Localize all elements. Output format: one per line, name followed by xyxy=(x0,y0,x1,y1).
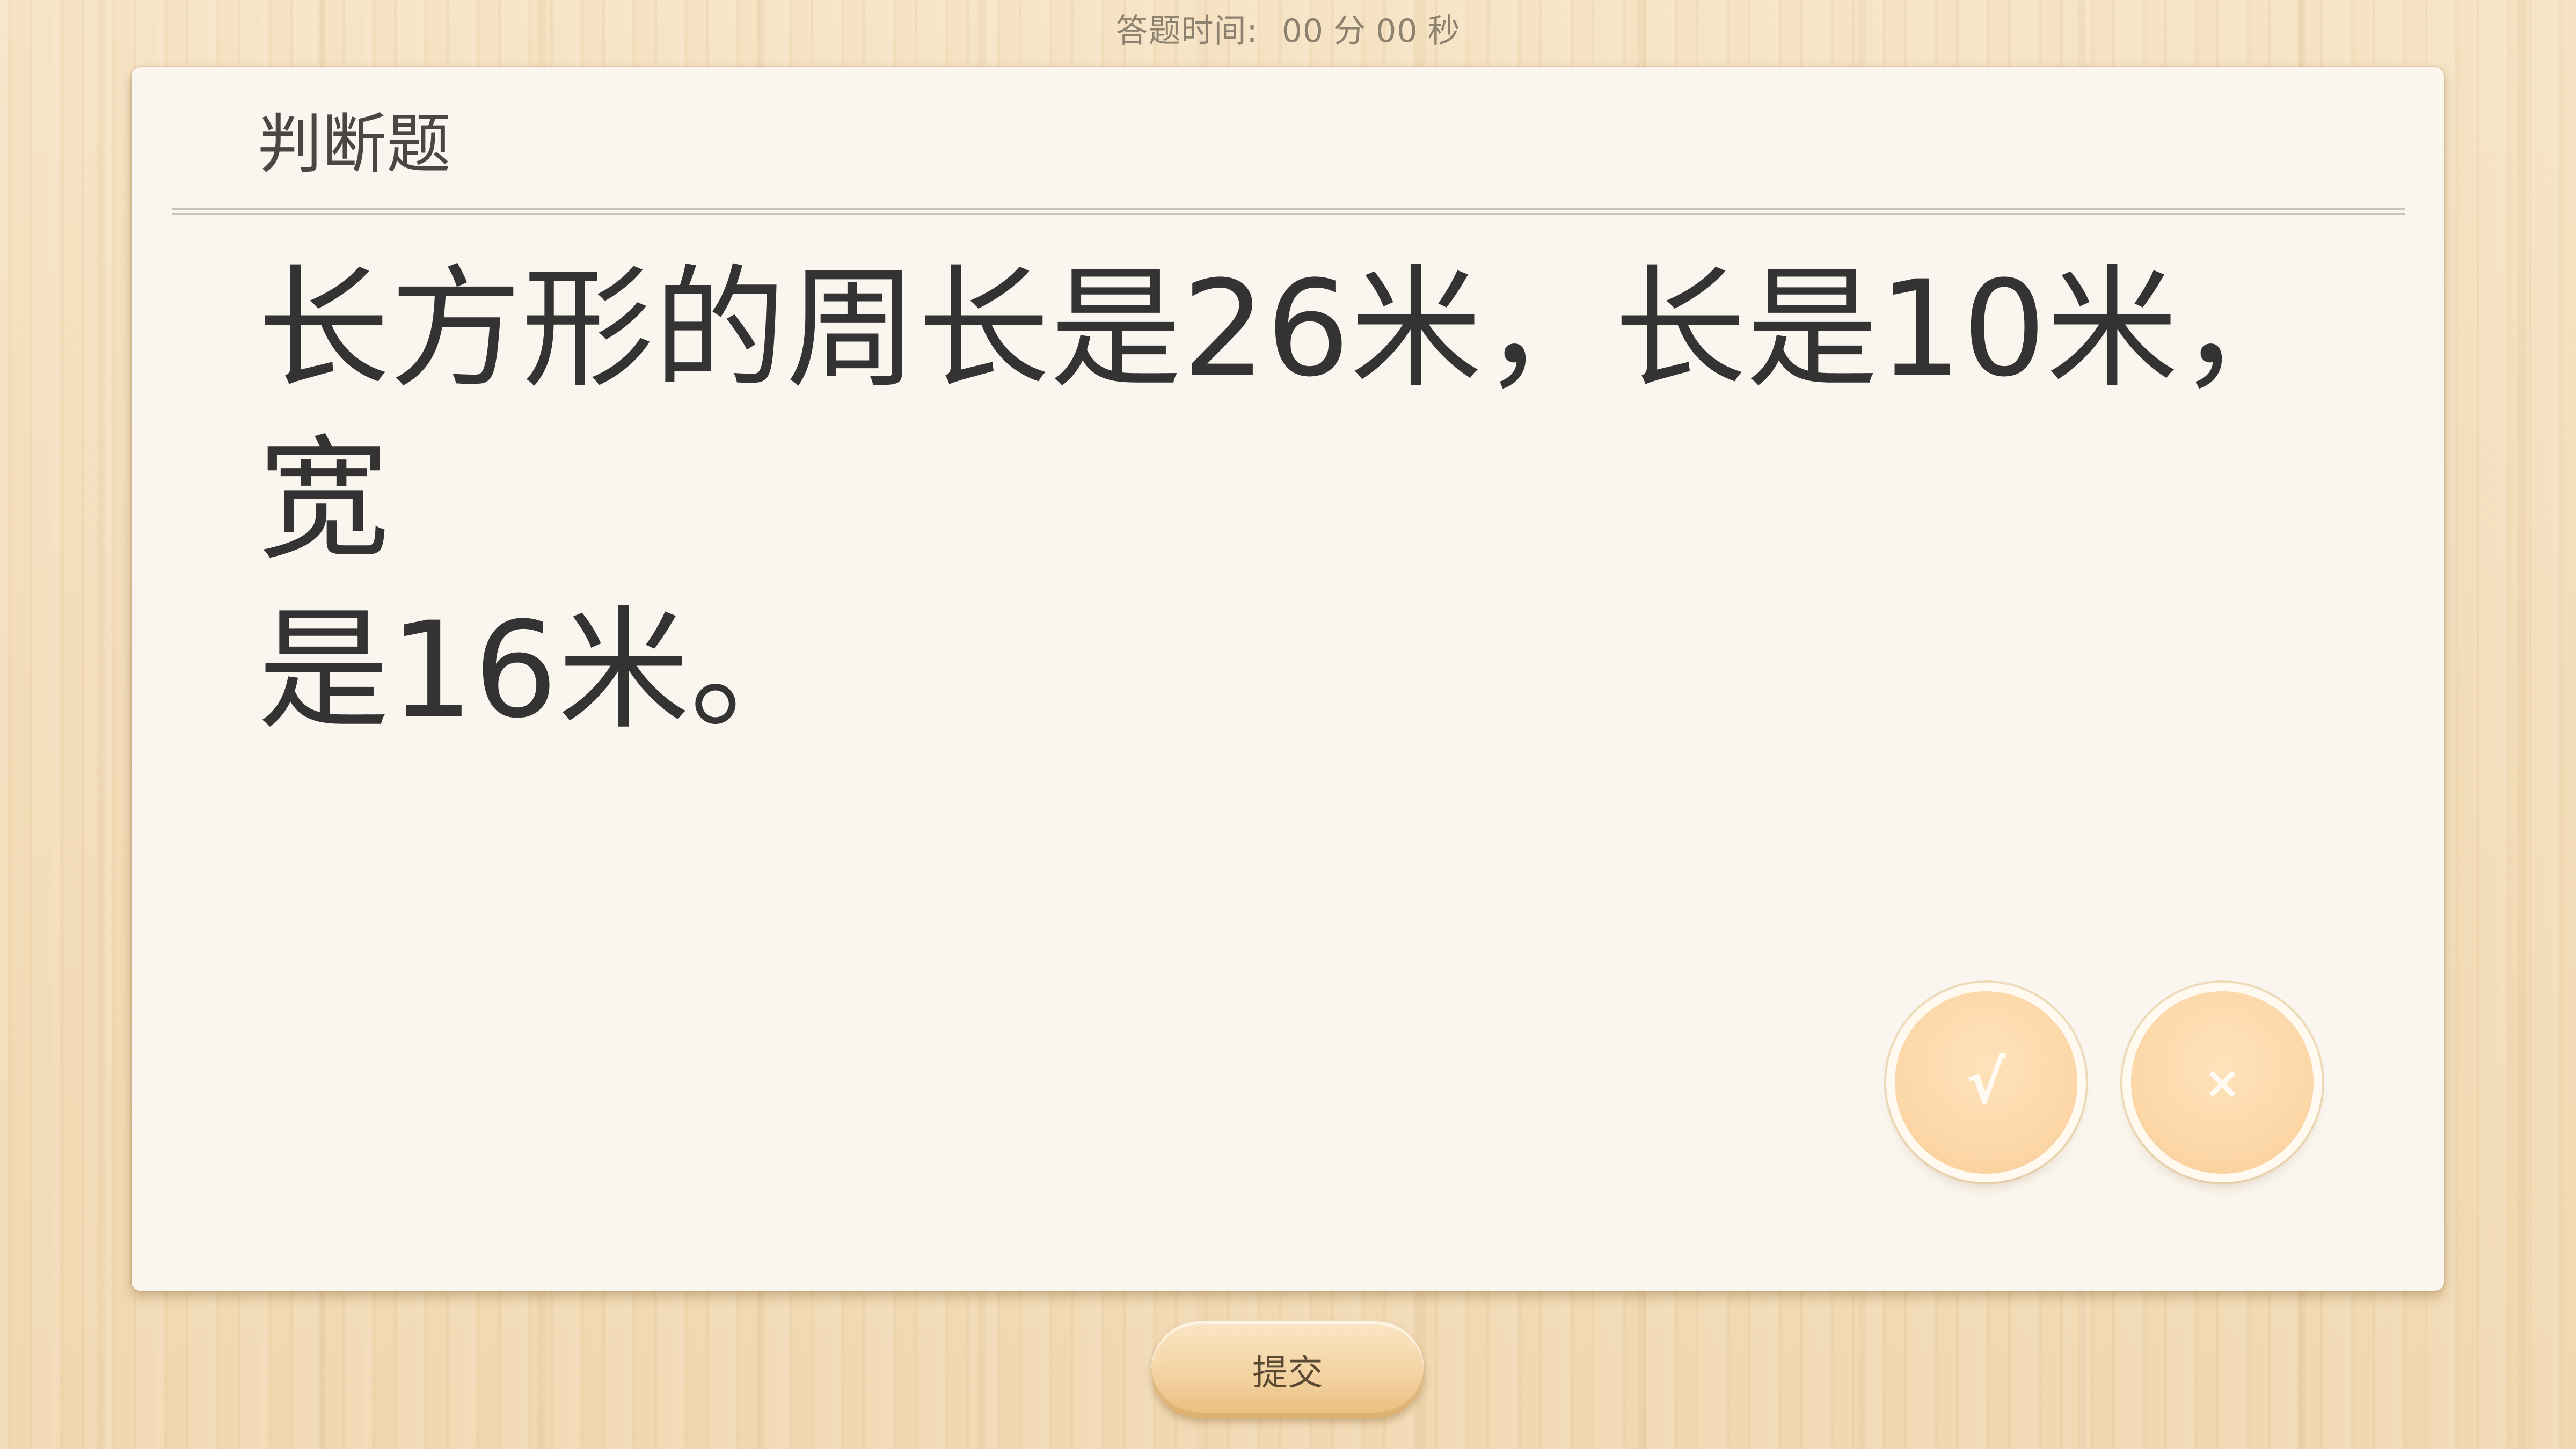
check-icon: √ xyxy=(1966,1048,2006,1117)
divider xyxy=(172,208,2405,215)
timer-seconds-unit: 秒 xyxy=(1427,12,1461,50)
cross-icon: × xyxy=(2203,1056,2242,1109)
timer-label: 答题时间: xyxy=(1115,12,1258,50)
submit-button-label: 提交 xyxy=(1252,1352,1323,1393)
question-text-line-1: 长方形的周长是26米，长是10米，宽 xyxy=(258,253,2311,577)
timer-seconds: 00 xyxy=(1376,12,1418,50)
answer-timer: 答题时间: 00 分 00 秒 xyxy=(0,9,2576,54)
false-answer-button[interactable]: × xyxy=(2131,991,2314,1174)
timer-minutes: 00 xyxy=(1281,12,1324,50)
submit-button[interactable]: 提交 xyxy=(1151,1321,1424,1418)
true-answer-button[interactable]: √ xyxy=(1895,991,2077,1174)
question-card: 判断题 长方形的周长是26米，长是10米，宽 是16米。 √ × xyxy=(132,67,2444,1291)
timer-minutes-unit: 分 xyxy=(1333,12,1367,50)
question-type-label: 判断题 xyxy=(258,107,451,182)
question-text: 长方形的周长是26米，长是10米，宽 是16米。 xyxy=(258,244,2399,756)
question-text-line-2: 是16米。 xyxy=(258,594,822,748)
